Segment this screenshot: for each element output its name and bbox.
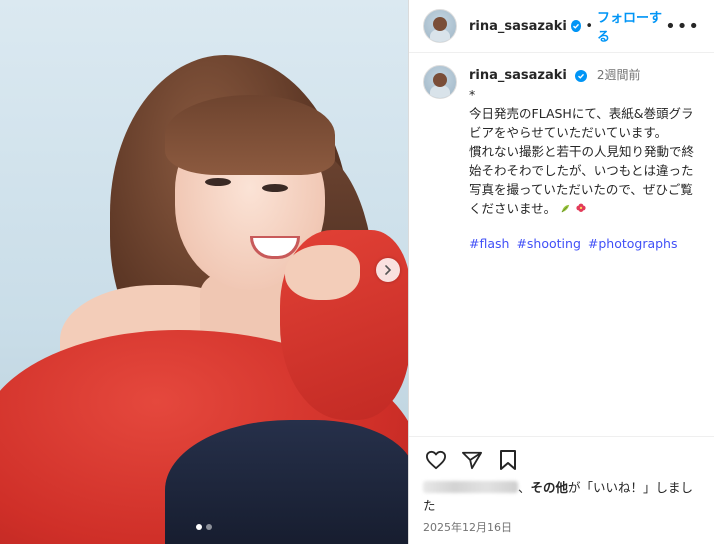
- more-options-icon[interactable]: •••: [665, 16, 700, 37]
- author-username[interactable]: rina_sasazaki: [469, 19, 567, 34]
- avatar[interactable]: [423, 9, 457, 43]
- heart-icon: [425, 450, 446, 470]
- post-caption: rina_sasazaki 2週間前 * 今日発売のFLASHにて、表紙&巻頭グ…: [409, 53, 714, 253]
- hashtag-link[interactable]: #photographs: [588, 236, 678, 251]
- blurred-username: [423, 481, 518, 493]
- instagram-post: rina_sasazaki • フォローする ••• rina_sasazaki…: [0, 0, 714, 544]
- header-separator: •: [585, 18, 594, 34]
- action-bar: [409, 437, 714, 479]
- photo-eye-left: [205, 178, 231, 186]
- slide-dot: [206, 524, 212, 530]
- hashtag-link[interactable]: #shooting: [516, 236, 580, 251]
- flower-emoji-icon: [576, 203, 586, 212]
- photo-eye-right: [262, 184, 288, 192]
- share-button[interactable]: [459, 447, 485, 473]
- post-photo[interactable]: [0, 0, 408, 544]
- verified-badge-icon: [574, 70, 587, 82]
- like-button[interactable]: [423, 447, 449, 473]
- caption-text: * 今日発売のFLASHにて、表紙&巻頭グラビアをやらせていただいています。 慣…: [469, 85, 700, 218]
- next-slide-button[interactable]: [376, 258, 400, 282]
- leaf-emoji-icon: [561, 204, 570, 213]
- likes-prefix: 、: [518, 480, 531, 495]
- post-actions: 、その他が「いいね！」しました 2025年12月16日: [409, 436, 714, 535]
- send-icon: [461, 451, 482, 470]
- post-time: 2週間前: [596, 68, 641, 82]
- save-button[interactable]: [495, 447, 521, 473]
- photo-hand: [285, 245, 360, 300]
- follow-button[interactable]: フォローする: [597, 7, 665, 45]
- caption-username[interactable]: rina_sasazaki: [469, 68, 567, 83]
- slide-indicator: [0, 524, 408, 530]
- verified-badge-icon: [570, 20, 582, 32]
- likes-summary: 、その他が「いいね！」しました: [409, 479, 714, 515]
- caption-body: rina_sasazaki 2週間前 * 今日発売のFLASHにて、表紙&巻頭グ…: [469, 65, 700, 253]
- chevron-right-icon: [385, 265, 392, 275]
- bookmark-icon: [500, 450, 516, 470]
- hashtag-link[interactable]: #flash: [469, 236, 509, 251]
- likes-others-link[interactable]: その他: [531, 480, 569, 495]
- post-sidebar: rina_sasazaki • フォローする ••• rina_sasazaki…: [408, 0, 714, 544]
- caption-text-content: * 今日発売のFLASHにて、表紙&巻頭グラビアをやらせていただいています。 慣…: [469, 87, 695, 216]
- hashtag-list: #flash #shooting #photographs: [469, 234, 700, 253]
- post-header: rina_sasazaki • フォローする •••: [409, 0, 714, 53]
- photo-bangs: [165, 95, 335, 175]
- post-date: 2025年12月16日: [423, 521, 512, 534]
- caption-avatar[interactable]: [423, 65, 457, 99]
- slide-dot-active: [196, 524, 202, 530]
